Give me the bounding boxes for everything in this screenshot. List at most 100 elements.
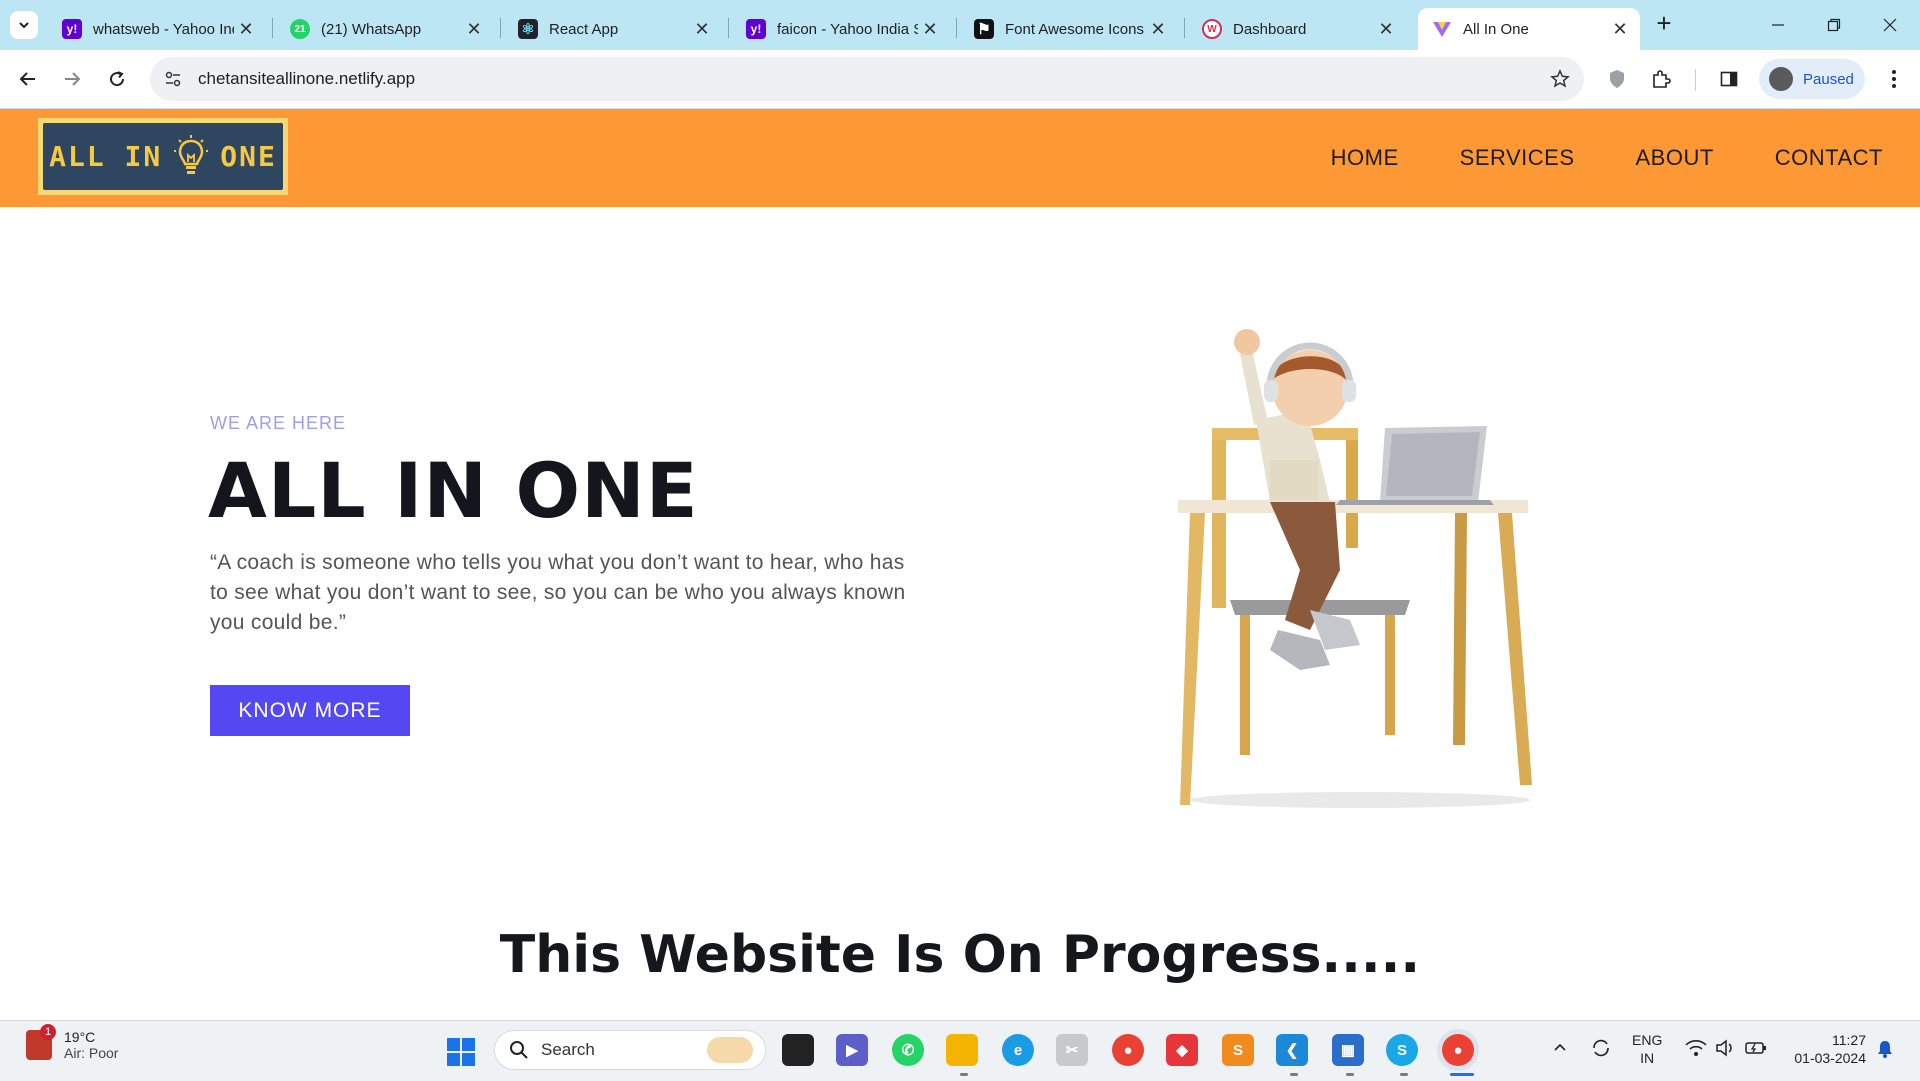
hero-title: ALL IN ONE [208, 446, 699, 535]
tab-whatsapp[interactable]: 21 (21) WhatsApp ✕ [276, 8, 494, 50]
chevron-up-icon[interactable] [1552, 1039, 1568, 1059]
clock-time: 11:27 [1832, 1032, 1866, 1048]
sublime-icon[interactable]: S [1222, 1034, 1254, 1066]
close-icon[interactable]: ✕ [1374, 19, 1398, 40]
react-icon: ⚛ [518, 19, 538, 39]
tab-react-app[interactable]: ⚛ React App ✕ [504, 8, 722, 50]
taskbar-search[interactable]: Search [494, 1030, 766, 1070]
toolbar-divider [1695, 69, 1696, 91]
tab-whatsweb-yahoo[interactable]: y! whatsweb - Yahoo India Search Results… [48, 8, 266, 50]
url-text: chetansiteallinone.netlify.app [198, 69, 416, 88]
whatsapp-icon: 21 [290, 19, 310, 39]
tab-divider [272, 18, 273, 38]
windows-icon [447, 1038, 475, 1066]
weather-status: Air: Poor [64, 1045, 119, 1061]
tab-title: (21) WhatsApp [321, 20, 422, 38]
wifi-icon[interactable] [1685, 1039, 1707, 1061]
new-tab-button[interactable]: + [1650, 10, 1678, 38]
nav-home[interactable]: HOME [1331, 145, 1399, 171]
tab-font-awesome[interactable]: ⚑ Font Awesome Icons ✕ [960, 8, 1178, 50]
logo-text-right: ONE [220, 140, 277, 173]
site-header: ALL IN ONE HOME SERVICES ABOUT CONTACT [0, 109, 1920, 207]
know-more-button[interactable]: KNOW MORE [210, 685, 410, 736]
restore-button[interactable] [1806, 8, 1862, 42]
tab-faicon-yahoo[interactable]: y! faicon - Yahoo India Search Results ✕ [732, 8, 950, 50]
logo-badge: ALL IN ONE [43, 123, 283, 190]
vscode-icon[interactable]: ❮ [1276, 1034, 1308, 1066]
dashboard-icon: W [1202, 19, 1222, 39]
tab-all-in-one[interactable]: All In One ✕ [1418, 8, 1640, 50]
close-icon[interactable]: ✕ [918, 19, 942, 40]
weather-temp: 19°C [64, 1029, 96, 1045]
store-icon[interactable]: ▦ [1332, 1034, 1364, 1066]
yahoo-icon: y! [746, 19, 766, 39]
avatar [1769, 67, 1793, 91]
anydesk-icon[interactable]: ◆ [1166, 1034, 1198, 1066]
side-panel-button[interactable] [1713, 63, 1745, 95]
clock-date: 01-03-2024 [1794, 1050, 1866, 1066]
chrome-icon[interactable]: ● [1112, 1034, 1144, 1066]
browser-toolbar: chetansiteallinone.netlify.app Paused [0, 50, 1920, 109]
restore-icon [1827, 18, 1841, 32]
start-button[interactable] [446, 1037, 476, 1072]
back-button[interactable] [12, 63, 44, 95]
language-line2: IN [1640, 1050, 1655, 1066]
skype-icon[interactable]: S [1386, 1034, 1418, 1066]
site-info-icon[interactable] [164, 70, 182, 88]
close-icon[interactable]: ✕ [690, 19, 714, 40]
forward-button[interactable] [56, 63, 88, 95]
site-logo[interactable]: ALL IN ONE [38, 118, 288, 195]
running-indicator [960, 1073, 968, 1076]
language-indicator[interactable]: ENG IN [1632, 1031, 1662, 1067]
snipping-tool-icon[interactable]: ✂ [1056, 1034, 1088, 1066]
main-nav: HOME SERVICES ABOUT CONTACT [1270, 109, 1883, 207]
nav-about[interactable]: ABOUT [1636, 145, 1714, 171]
volume-icon[interactable] [1715, 1039, 1737, 1061]
nav-services[interactable]: SERVICES [1460, 145, 1575, 171]
browser-tab-strip: y! whatsweb - Yahoo India Search Results… [0, 0, 1920, 50]
arrow-right-icon [65, 72, 81, 86]
running-indicator [1290, 1073, 1298, 1076]
edge-icon[interactable]: e [1002, 1034, 1034, 1066]
menu-button[interactable] [1878, 63, 1910, 95]
chrome-active-icon[interactable]: ● [1442, 1034, 1474, 1066]
active-indicator [1450, 1073, 1474, 1076]
extension-shield-button[interactable] [1601, 63, 1633, 95]
battery-icon[interactable] [1745, 1039, 1767, 1061]
teams-icon[interactable]: ▶ [836, 1034, 868, 1066]
sync-icon[interactable] [1590, 1037, 1612, 1063]
address-bar[interactable]: chetansiteallinone.netlify.app [150, 57, 1584, 101]
clock[interactable]: 11:27 01-03-2024 [1786, 1031, 1866, 1067]
close-icon[interactable]: ✕ [1608, 19, 1632, 40]
tab-divider [1184, 18, 1185, 38]
hero-eyebrow: WE ARE HERE [210, 413, 347, 433]
notification-bell-icon[interactable] [1876, 1039, 1894, 1063]
tab-title: Font Awesome Icons [1005, 20, 1144, 38]
tab-title: Dashboard [1233, 20, 1307, 38]
extensions-button[interactable] [1645, 63, 1677, 95]
close-window-button[interactable] [1862, 8, 1918, 42]
chevron-down-icon [19, 22, 29, 29]
tab-divider [500, 18, 501, 38]
reload-button[interactable] [101, 63, 133, 95]
nav-contact[interactable]: CONTACT [1775, 145, 1883, 171]
tab-dashboard[interactable]: W Dashboard ✕ [1188, 8, 1406, 50]
task-view-icon[interactable] [782, 1034, 814, 1066]
tab-title: whatsweb - Yahoo India Search Results [93, 20, 234, 38]
tab-search-button[interactable] [10, 11, 38, 39]
star-icon[interactable] [1550, 69, 1570, 89]
side-panel-icon [1720, 71, 1738, 87]
arrow-left-icon [19, 72, 35, 86]
close-icon[interactable]: ✕ [1146, 19, 1170, 40]
lightbulb-icon [174, 134, 209, 174]
file-explorer-icon[interactable] [946, 1034, 978, 1066]
weather-icon: 1 [26, 1024, 56, 1060]
profile-button[interactable]: Paused [1759, 59, 1865, 99]
close-icon[interactable]: ✕ [462, 19, 486, 40]
minimize-button[interactable] [1750, 8, 1806, 42]
whatsapp-taskbar-icon[interactable]: ✆ [892, 1034, 924, 1066]
weather-widget[interactable]: 1 19°C Air: Poor [26, 1024, 119, 1061]
profile-status: Paused [1803, 70, 1854, 88]
tab-divider [728, 18, 729, 38]
close-icon[interactable]: ✕ [234, 19, 258, 40]
